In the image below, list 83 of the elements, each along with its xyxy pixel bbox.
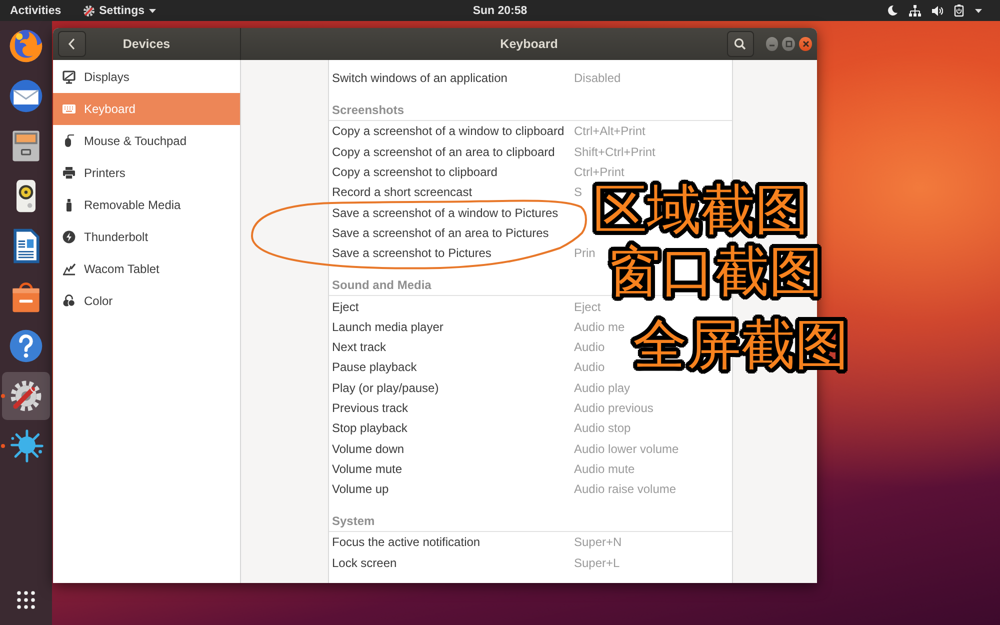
app-menu-button[interactable]: Settings: [77, 2, 162, 18]
shortcut-keys: Audio: [574, 340, 605, 354]
app-grid-icon[interactable]: [17, 591, 35, 609]
section-heading: Sound and Media: [332, 278, 432, 292]
shortcut-name[interactable]: Previous track: [332, 401, 408, 415]
volume-icon: [932, 4, 943, 16]
shortcut-name[interactable]: Lock screen: [332, 556, 397, 570]
annotation-caption: 区域截图: [592, 181, 810, 239]
shortcut-keys: Shift+Ctrl+Print: [574, 144, 656, 159]
shortcut-name[interactable]: Volume mute: [332, 462, 402, 476]
shortcut-name[interactable]: Pause playback: [332, 360, 417, 374]
shortcut-keys: Audio me: [574, 320, 625, 334]
section-heading: Screenshots: [332, 103, 404, 118]
shortcut-name[interactable]: Eject: [332, 300, 359, 314]
app-menu-label: Settings: [99, 4, 145, 16]
keyboard-icon: [62, 102, 76, 116]
sidebar-item[interactable]: Removable Media: [53, 189, 240, 221]
globe-icon: [7, 27, 45, 65]
printer-icon: [62, 166, 76, 180]
clock-button[interactable]: Sun 20:58: [466, 2, 534, 18]
shortcut-keys: S: [574, 185, 582, 200]
caret-icon: [975, 8, 982, 12]
shortcut-name[interactable]: Save a screenshot of an area to Pictures: [332, 226, 549, 240]
close-icon: [802, 40, 810, 48]
shortcut-name[interactable]: Stop playback: [332, 421, 408, 436]
sidebar-item[interactable]: Thunderbolt: [53, 221, 240, 253]
shortcut-keys: Audio play: [574, 380, 630, 395]
shortcut-name[interactable]: Volume up: [332, 482, 389, 496]
network-icon: [909, 4, 921, 16]
maximize-icon: [784, 40, 793, 48]
caret-icon: [148, 8, 156, 12]
shortcut-keys: Audio: [574, 360, 605, 374]
shortcut-keys: Super+L: [574, 556, 620, 570]
mouse-icon: [62, 134, 76, 148]
shortcut-keys: Eject: [574, 300, 601, 314]
shortcut-keys: Audio raise volume: [574, 482, 676, 496]
shortcut-name[interactable]: Focus the active notification: [332, 535, 480, 550]
shortcut-name[interactable]: Copy a screenshot to clipboard: [332, 165, 498, 180]
shortcut-keys: Disabled: [574, 71, 621, 86]
shortcut-name[interactable]: Save a screenshot of a window to Pictures: [332, 206, 558, 220]
battery-icon: [954, 4, 964, 17]
shortcut-name[interactable]: Copy a screenshot of an area to clipboard: [332, 144, 555, 159]
back-button[interactable]: [58, 31, 86, 57]
help-icon: [7, 327, 45, 365]
chevron-left-icon: [68, 38, 76, 50]
search-icon: [734, 38, 746, 50]
moon-icon: [887, 5, 898, 16]
shortcut-name[interactable]: Switch windows of an application: [332, 71, 508, 86]
panel-title: Devices: [122, 37, 170, 51]
shortcut-keys: Audio lower volume: [574, 442, 679, 456]
shortcut-keys: Ctrl+Alt+Print: [574, 124, 646, 138]
lightning-bolt-icon: [62, 230, 76, 244]
shortcut-keys: Prin: [574, 246, 596, 260]
monitor-icon: [62, 70, 76, 84]
sidebar-item[interactable]: Displays: [53, 61, 240, 93]
shortcut-keys: Audio stop: [574, 421, 631, 436]
sidebar-item[interactable]: Wacom Tablet: [53, 253, 240, 285]
gear-icon: [83, 4, 96, 16]
shortcut-keys: Audio previous: [574, 401, 654, 415]
shortcut-keys: Audio mute: [574, 462, 635, 476]
maximize-button[interactable]: [782, 37, 796, 51]
section-heading: System: [332, 514, 375, 528]
dock-launcher[interactable]: [2, 372, 50, 420]
shortcut-name[interactable]: Play (or play/pause): [332, 380, 439, 395]
shortcut-name[interactable]: Launch media player: [332, 320, 444, 334]
sidebar-item[interactable]: Printers: [53, 157, 240, 189]
search-button[interactable]: [727, 31, 754, 57]
sidebar-item[interactable]: Mouse & Touchpad: [53, 125, 240, 157]
activities-button[interactable]: Activities: [4, 2, 68, 18]
shortcut-name[interactable]: Record a short screencast: [332, 185, 472, 200]
shortcut-name[interactable]: Copy a screenshot of a window to clipboard: [332, 124, 564, 138]
window-title: Keyboard: [500, 37, 558, 51]
shortcut-name[interactable]: Next track: [332, 340, 386, 354]
minimize-button[interactable]: [766, 37, 778, 51]
color-circles-icon: [62, 294, 76, 308]
shortcut-name[interactable]: Volume down: [332, 442, 404, 456]
shortcut-keys: Super+N: [574, 535, 622, 550]
shortcut-name[interactable]: Save a screenshot to Pictures: [332, 246, 492, 260]
shortcut-keys: Ctrl+Print: [574, 165, 624, 180]
close-button[interactable]: [799, 37, 812, 51]
sidebar-item[interactable]: Color: [53, 285, 240, 317]
tablet-pen-icon: [62, 262, 76, 276]
envelope-icon: [7, 77, 45, 115]
